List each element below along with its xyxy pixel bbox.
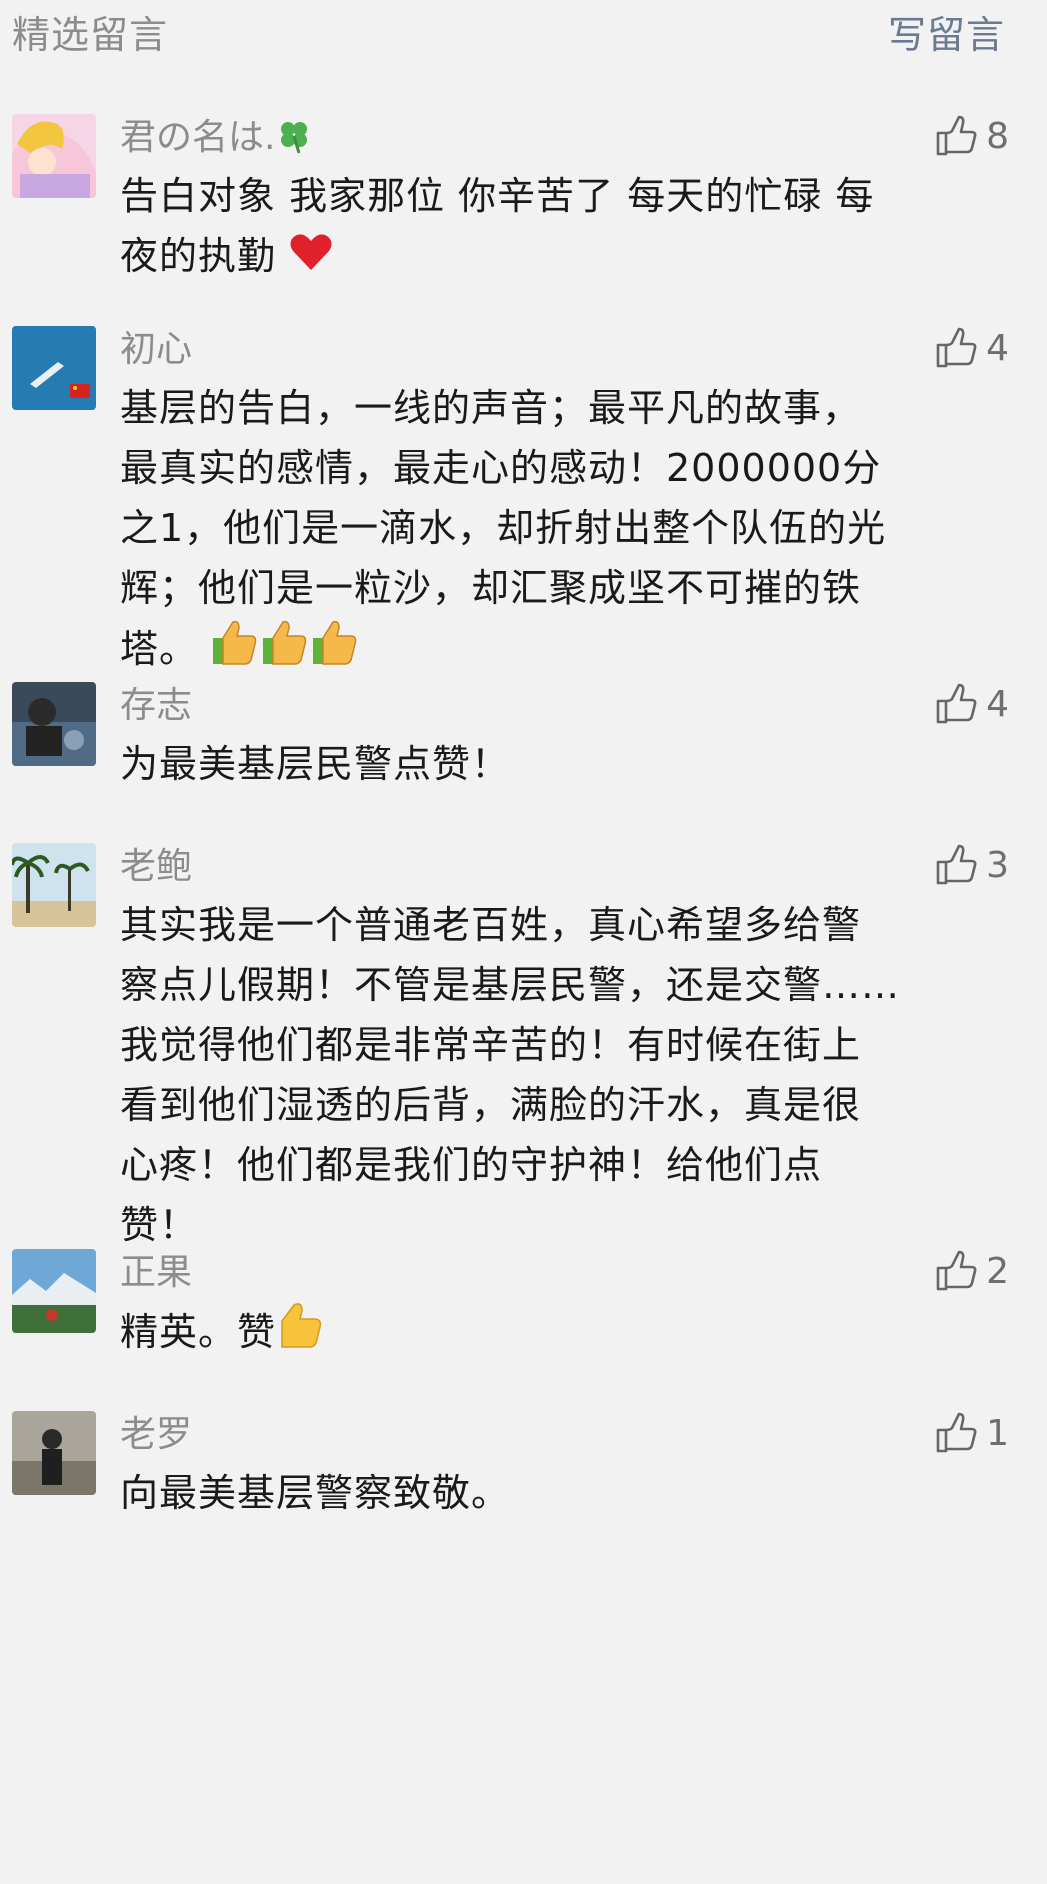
avatar[interactable] [12, 326, 96, 410]
write-comment-button[interactable]: 写留言 [888, 4, 1005, 59]
comment-text: 向最美基层警察致敬。 [120, 1471, 511, 1515]
like-button[interactable]: 3 [934, 841, 1009, 889]
avatar[interactable] [12, 682, 96, 766]
avatar[interactable] [12, 1411, 96, 1495]
avatar[interactable] [12, 114, 96, 198]
clover-icon [275, 116, 313, 163]
thumbs-up-icon [211, 618, 361, 685]
like-count: 8 [986, 115, 1009, 157]
nickname: 老鲍 [120, 846, 193, 887]
avatar[interactable] [12, 1249, 96, 1333]
nickname: 君の名は. [120, 108, 313, 163]
like-count: 4 [986, 683, 1009, 725]
nickname: 老罗 [120, 1414, 193, 1455]
comment-text: 告白对象 我家那位 你辛苦了 每天的忙碌 每 夜的执勤 [120, 166, 1000, 289]
like-count: 2 [986, 1250, 1009, 1292]
like-button[interactable]: 1 [934, 1409, 1009, 1457]
comment-text: 其实我是一个普通老百姓，真心希望多给警 察点儿假期！不管是基层民警，还是交警……… [120, 903, 901, 1247]
like-button[interactable]: 2 [934, 1247, 1009, 1295]
comment-text: 为最美基层民警点赞！ [120, 742, 511, 786]
thumbs-up-icon [936, 1250, 977, 1291]
thumbs-up-icon [936, 327, 977, 368]
like-button[interactable]: 4 [934, 680, 1009, 728]
like-count: 4 [986, 327, 1009, 369]
like-button[interactable]: 8 [934, 112, 1009, 160]
thumbs-up-icon [936, 683, 977, 724]
featured-comments-title: 精选留言 [12, 13, 169, 57]
like-count: 1 [986, 1412, 1009, 1454]
nickname: 初心 [120, 329, 193, 370]
thumbs-up-icon [936, 115, 977, 156]
thumbs-up-icon [936, 844, 977, 885]
thumbs-up-icon [276, 1301, 324, 1368]
like-button[interactable]: 4 [934, 324, 1009, 372]
heart-icon [289, 229, 333, 289]
like-count: 3 [986, 844, 1009, 886]
comment-text: 基层的告白，一线的声音；最平凡的故事， 最真实的感情，最走心的感动！200000… [120, 378, 1000, 685]
nickname: 存志 [120, 685, 193, 726]
nickname: 正果 [120, 1252, 193, 1293]
comment-text: 精英。赞 [120, 1301, 1000, 1368]
comments-header: 精选留言 写留言 [0, 0, 1047, 60]
avatar[interactable] [12, 843, 96, 927]
thumbs-up-icon [936, 1412, 977, 1453]
